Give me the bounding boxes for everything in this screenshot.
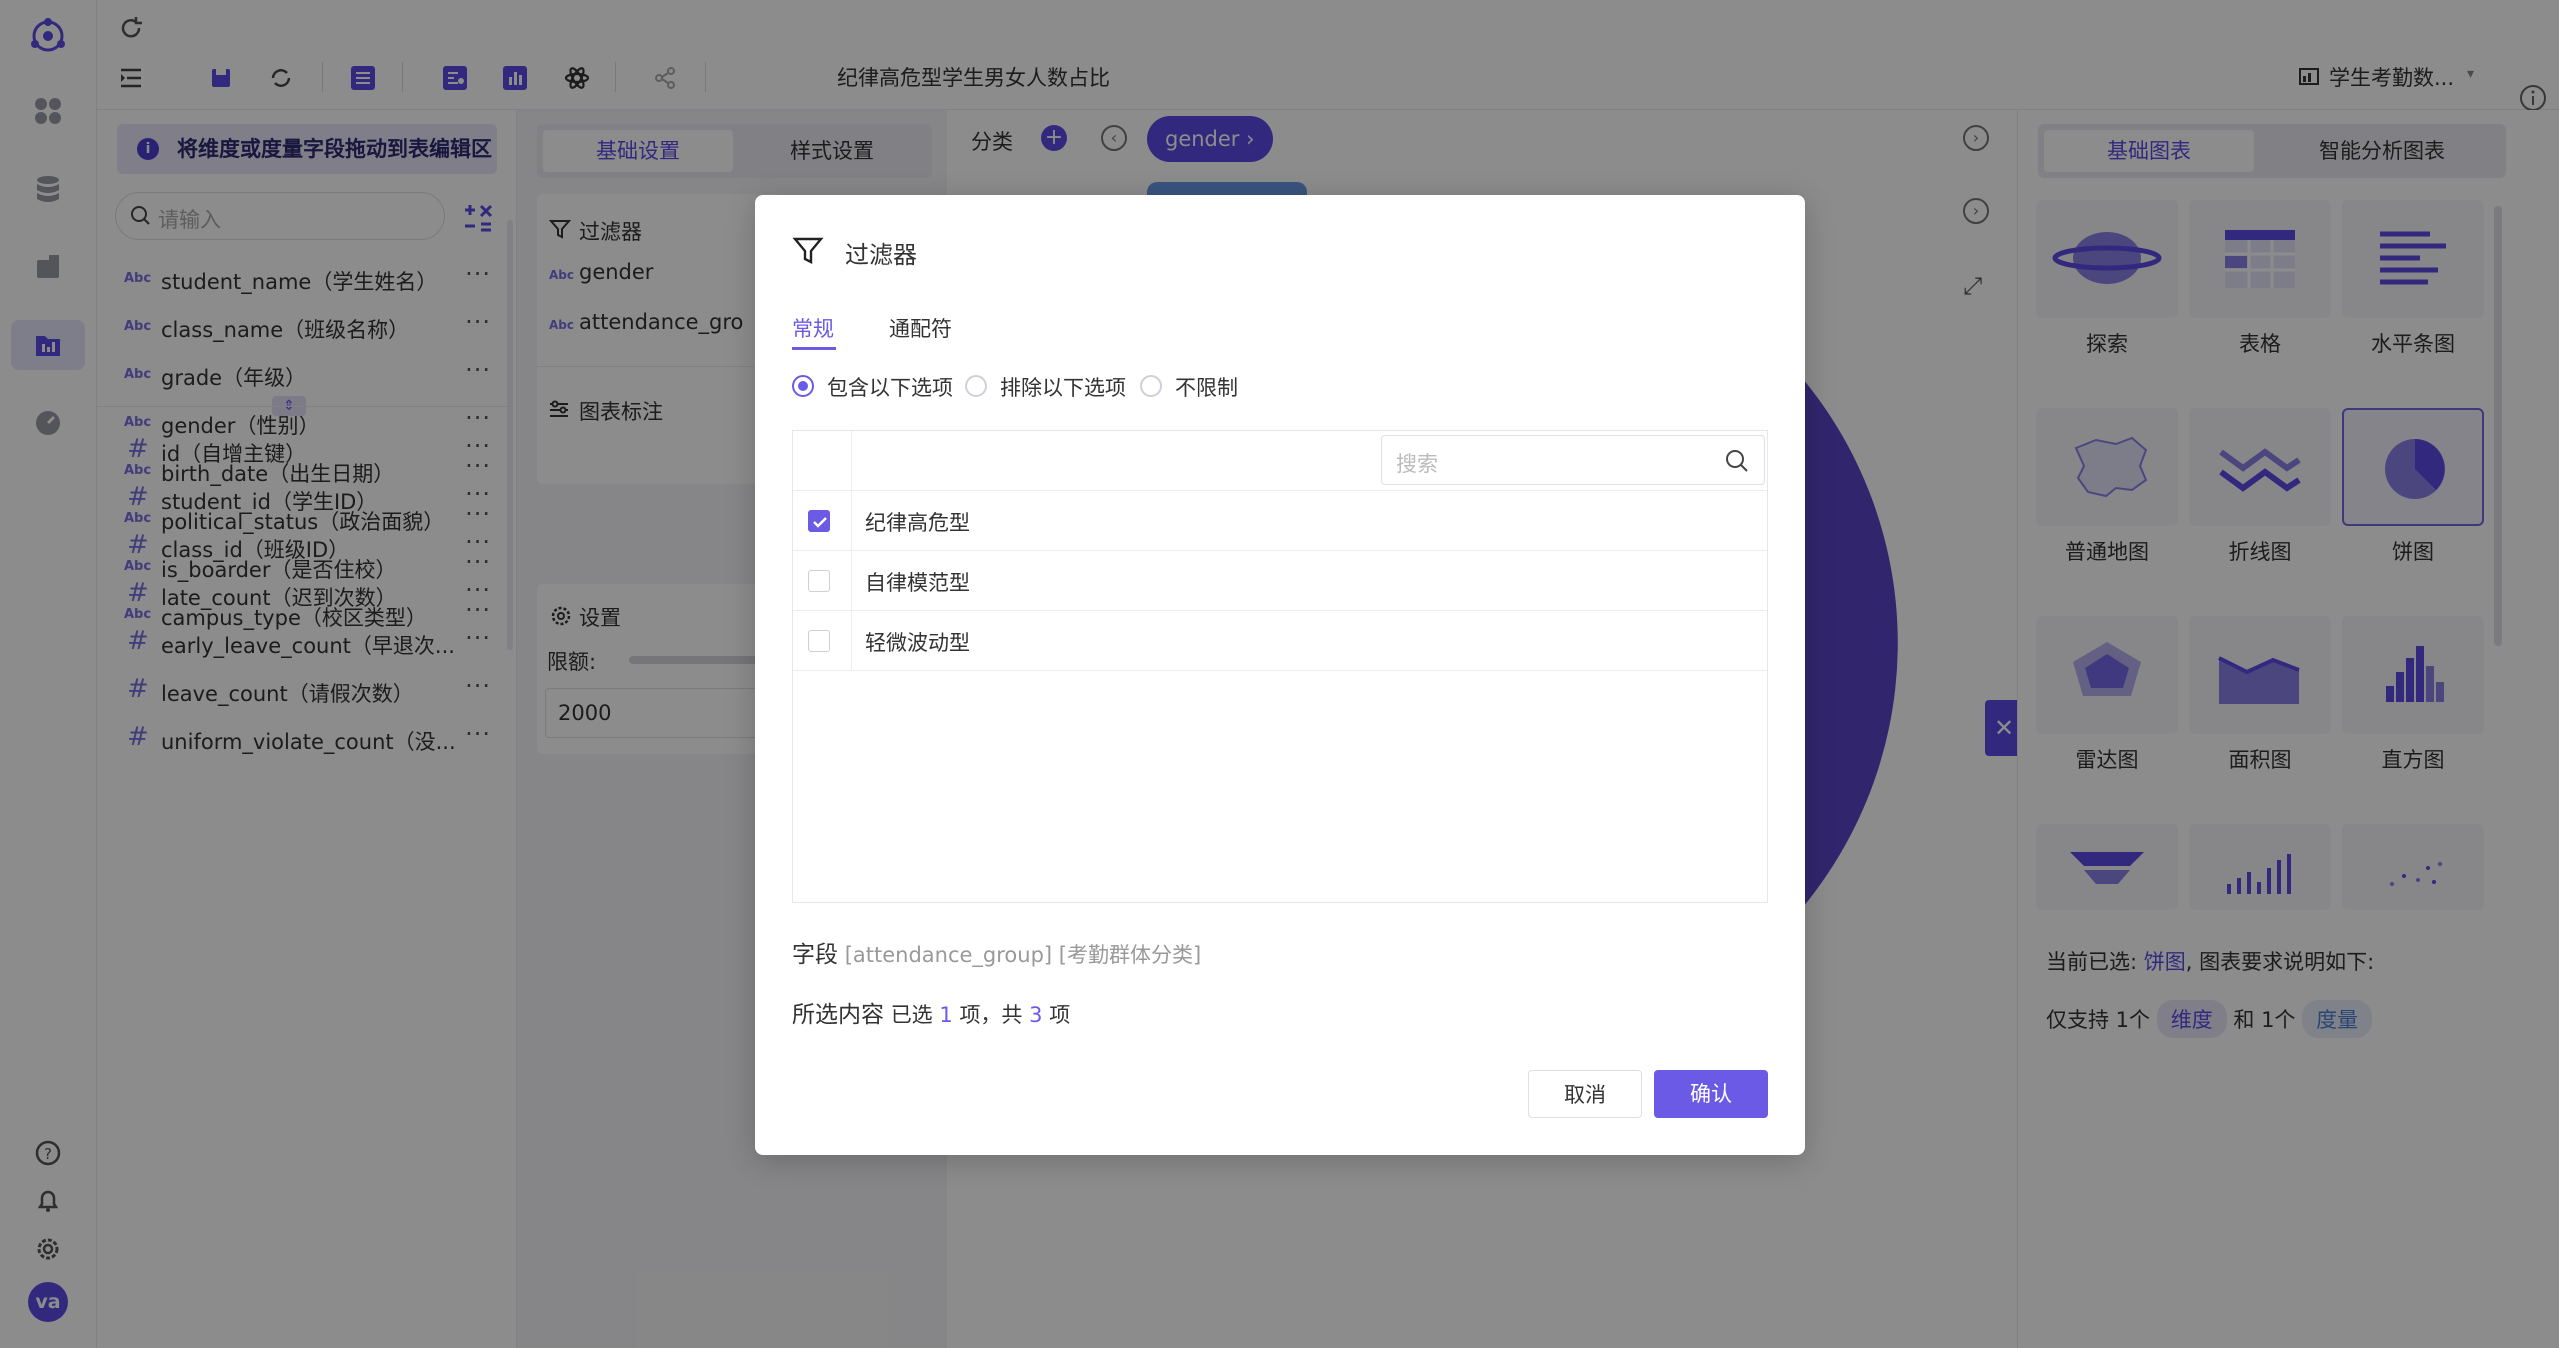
- col-divider: [851, 431, 852, 491]
- tab-wildcard[interactable]: 通配符: [889, 313, 952, 343]
- selected-prefix: 已选: [890, 1003, 933, 1027]
- filter-icon: [792, 235, 824, 267]
- selected-mid: 项，共: [959, 1003, 1023, 1027]
- option-checkbox[interactable]: [808, 570, 830, 592]
- option-checkbox[interactable]: [808, 510, 830, 532]
- col-divider: [851, 491, 852, 551]
- selected-info: 所选内容 已选 1 项，共 3 项: [792, 995, 1070, 1029]
- radio-include[interactable]: [792, 375, 814, 397]
- col-divider: [851, 551, 852, 611]
- option-search-placeholder: 搜索: [1396, 452, 1438, 476]
- search-icon: [1724, 448, 1750, 474]
- field-info: 字段 [attendance_group] [考勤群体分类]: [792, 935, 1201, 969]
- radio-unlimited-label: 不限制: [1175, 376, 1238, 400]
- option-label: 纪律高危型: [865, 511, 970, 535]
- option-label: 轻微波动型: [865, 631, 970, 655]
- cancel-button[interactable]: 取消: [1528, 1070, 1642, 1118]
- option-row[interactable]: 纪律高危型: [793, 491, 1767, 551]
- option-search-input[interactable]: 搜索: [1381, 435, 1765, 485]
- modal-title: 过滤器: [845, 241, 917, 269]
- field-label: 字段: [792, 942, 838, 968]
- selected-label: 所选内容: [792, 1002, 884, 1028]
- tab-underline: [792, 347, 836, 350]
- option-row[interactable]: 自律模范型: [793, 551, 1767, 611]
- option-checkbox[interactable]: [808, 630, 830, 652]
- confirm-button[interactable]: 确认: [1654, 1070, 1768, 1118]
- selected-count: 1: [939, 1003, 953, 1027]
- radio-exclude-label: 排除以下选项: [1000, 376, 1126, 400]
- col-divider: [851, 611, 852, 671]
- total-count: 3: [1029, 1003, 1043, 1027]
- field-value: [attendance_group] [考勤群体分类]: [844, 943, 1202, 967]
- table-header: 搜索: [793, 431, 1767, 491]
- option-row[interactable]: 轻微波动型: [793, 611, 1767, 671]
- radio-unlimited[interactable]: [1140, 375, 1162, 397]
- filter-modal: 过滤器 常规 通配符 包含以下选项 排除以下选项 不限制 搜索 纪律高危型自律模…: [755, 195, 1805, 1155]
- tab-general[interactable]: 常规: [792, 313, 834, 343]
- option-label: 自律模范型: [865, 571, 970, 595]
- radio-include-label: 包含以下选项: [827, 376, 953, 400]
- options-table: 搜索 纪律高危型自律模范型轻微波动型: [792, 430, 1768, 903]
- selected-suffix: 项: [1049, 1003, 1071, 1027]
- radio-exclude[interactable]: [965, 375, 987, 397]
